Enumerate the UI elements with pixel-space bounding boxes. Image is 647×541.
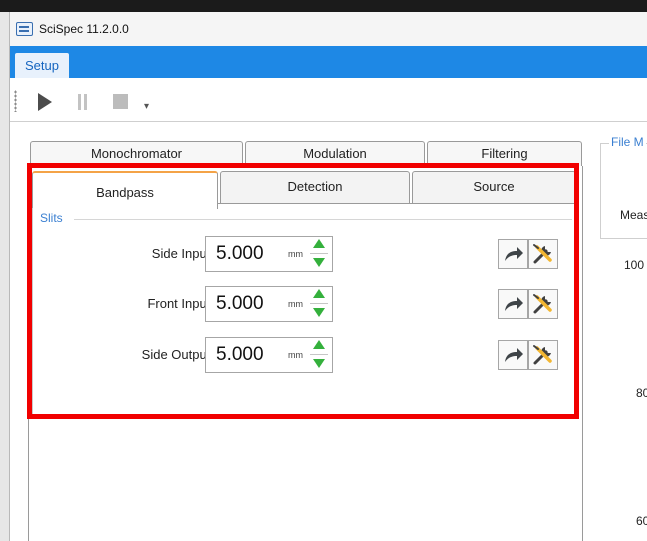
- stop-icon[interactable]: [113, 94, 128, 109]
- file-panel-title: File M: [609, 135, 646, 149]
- tab-setup[interactable]: Setup: [15, 53, 69, 79]
- axis-tick-label: 60: [636, 514, 647, 528]
- axis-tick-label: 80: [636, 386, 647, 400]
- title-bar: SciSpec 11.2.0.0: [10, 12, 647, 46]
- toolbar: ▾: [10, 78, 647, 122]
- screen-top-edge: [0, 0, 647, 12]
- axis-tick-label: 100: [624, 258, 645, 272]
- toolbar-grip-icon[interactable]: [14, 90, 17, 112]
- play-icon[interactable]: [38, 93, 52, 111]
- file-panel: [600, 143, 647, 239]
- window-title: SciSpec 11.2.0.0: [39, 22, 129, 36]
- app-window-icon: [16, 22, 33, 36]
- highlight-box: [27, 163, 579, 419]
- toolbar-overflow-icon[interactable]: ▾: [144, 102, 149, 112]
- ribbon-bar: Setup: [10, 46, 647, 79]
- window-left-edge: [0, 12, 10, 541]
- file-panel-label: Meas: [620, 208, 647, 222]
- pause-icon[interactable]: [78, 94, 88, 110]
